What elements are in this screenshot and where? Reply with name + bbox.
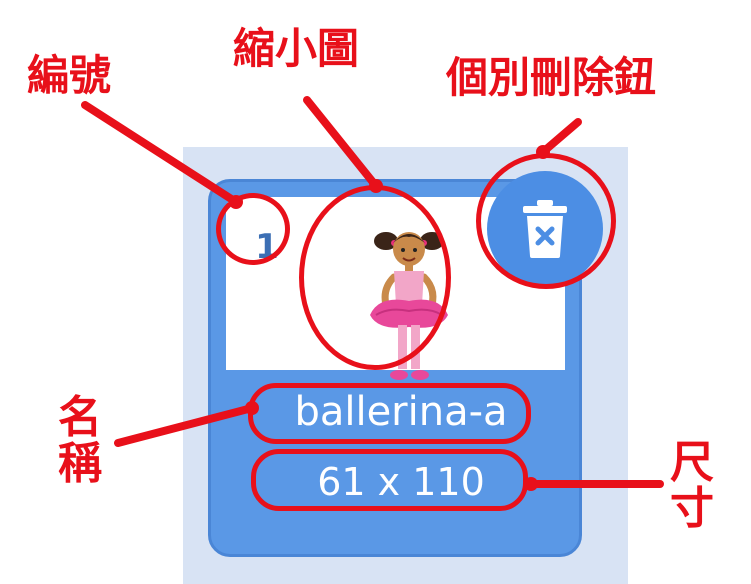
thumbnail-annotation-label: 縮小圖 (233, 24, 360, 73)
name-highlight (248, 383, 531, 444)
number-annotation-label: 編號 (27, 51, 112, 100)
delete-annotation-label: 個別刪除鈕 (446, 53, 657, 102)
delete-highlight (476, 153, 616, 289)
number-highlight (216, 193, 290, 265)
thumbnail-highlight (299, 185, 451, 370)
size-highlight (251, 449, 528, 511)
name-annotation-label: 名稱 (58, 392, 102, 490)
size-annotation-label: 尺寸 (670, 437, 714, 535)
